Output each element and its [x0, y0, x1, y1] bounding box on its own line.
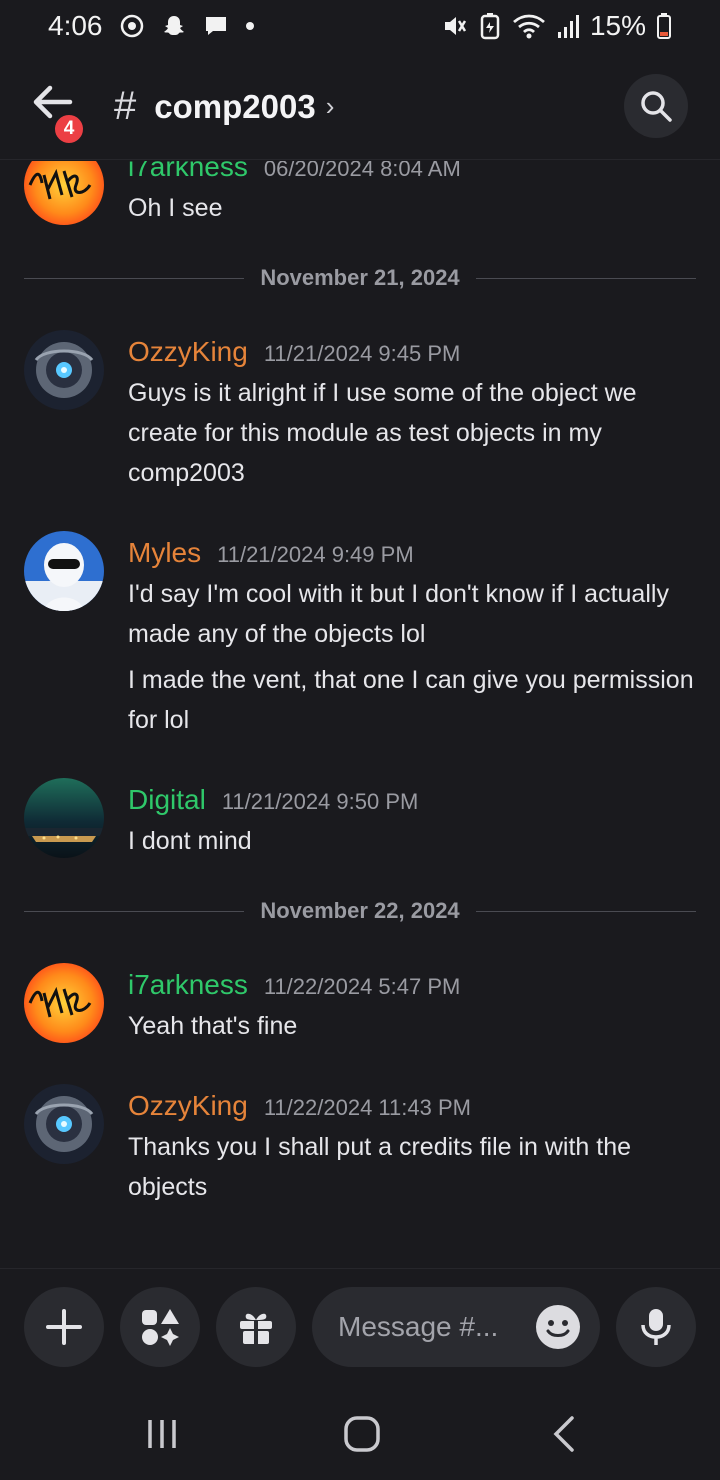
channel-title[interactable]: # comp2003 ›: [114, 84, 334, 129]
date-divider-label: November 21, 2024: [260, 265, 460, 290]
message-text: I dont mind: [128, 827, 252, 855]
message-text: Guys is it alright if I use some of the …: [128, 379, 637, 487]
search-button[interactable]: [624, 74, 688, 138]
add-attachment-button[interactable]: [24, 1287, 104, 1367]
smile-icon: [538, 1307, 578, 1347]
chat-icon: [203, 13, 229, 39]
wifi-icon: [512, 12, 546, 40]
date-divider: November 21, 2024: [24, 263, 696, 293]
message-text: I'd say I'm cool with it but I don't kno…: [128, 580, 669, 648]
chevron-right-icon: ›: [325, 91, 335, 121]
system-nav-bar: [0, 1388, 720, 1480]
timestamp: 11/21/2024 9:45 PM: [263, 341, 461, 366]
avatar[interactable]: [24, 531, 104, 611]
mute-icon: [440, 12, 468, 40]
author-name[interactable]: OzzyKing: [128, 336, 248, 368]
message-input-placeholder: Message #...: [338, 1311, 499, 1342]
timestamp: 11/21/2024 9:49 PM: [217, 542, 414, 567]
search-icon: [641, 91, 672, 122]
plus-icon: [46, 1309, 82, 1345]
message-text: Yeah that's fine: [128, 1012, 298, 1040]
message-text: I made the vent, that one I can give you…: [128, 666, 694, 734]
message-composer: Message #...: [0, 1268, 720, 1388]
hash-icon: #: [114, 84, 137, 128]
timestamp: 11/22/2024 5:47 PM: [263, 974, 461, 999]
emoji-button[interactable]: [536, 1305, 580, 1349]
signal-icon: [556, 12, 580, 40]
channel-header: 4 # comp2003 ›: [0, 52, 720, 160]
recent-apps-icon: [148, 1420, 176, 1448]
author-name[interactable]: Digital: [128, 784, 206, 816]
author-name[interactable]: i7arkness: [128, 161, 248, 183]
author-name[interactable]: OzzyKing: [128, 1090, 248, 1122]
avatar[interactable]: [24, 161, 104, 225]
date-divider-label: November 22, 2024: [260, 898, 460, 923]
whatsapp-icon: [119, 13, 145, 39]
apps-icon: [142, 1309, 179, 1346]
battery-icon: [656, 12, 672, 40]
timestamp: 11/21/2024 9:50 PM: [221, 789, 419, 814]
avatar[interactable]: [24, 778, 104, 858]
battery-saver-icon: [478, 12, 502, 40]
status-time: 4:06: [48, 10, 103, 41]
recent-apps-button[interactable]: [132, 1410, 192, 1458]
dot-icon: [245, 21, 255, 31]
timestamp: 06/20/2024 8:04 AM: [263, 161, 461, 181]
snapchat-icon: [161, 13, 187, 39]
message-text: Oh I see: [128, 194, 223, 222]
message-feed[interactable]: i7arkness 06/20/2024 8:04 AM Oh I see No…: [0, 161, 720, 1268]
status-bar: 4:06 15%: [0, 0, 720, 52]
voice-message-button[interactable]: [616, 1287, 696, 1367]
unread-badge: 4: [52, 112, 86, 146]
gift-button[interactable]: [216, 1287, 296, 1367]
microphone-icon: [641, 1309, 671, 1345]
timestamp: 11/22/2024 11:43 PM: [263, 1095, 471, 1120]
apps-button[interactable]: [120, 1287, 200, 1367]
home-button[interactable]: [332, 1410, 392, 1458]
gift-icon: [240, 1313, 272, 1345]
message-input[interactable]: Message #...: [312, 1287, 600, 1367]
home-icon: [344, 1416, 380, 1452]
avatar[interactable]: [24, 963, 104, 1043]
author-name[interactable]: i7arkness: [128, 969, 248, 1001]
avatar[interactable]: [24, 1084, 104, 1164]
battery-percent: 15%: [589, 10, 646, 41]
back-chevron-icon: [553, 1416, 574, 1452]
date-divider: November 22, 2024: [24, 896, 696, 926]
message-text: Thanks you I shall put a credits file in…: [128, 1133, 632, 1201]
back-nav-button[interactable]: [534, 1410, 594, 1458]
author-name[interactable]: Myles: [128, 537, 201, 569]
channel-name: comp2003: [154, 87, 316, 125]
avatar[interactable]: [24, 330, 104, 410]
